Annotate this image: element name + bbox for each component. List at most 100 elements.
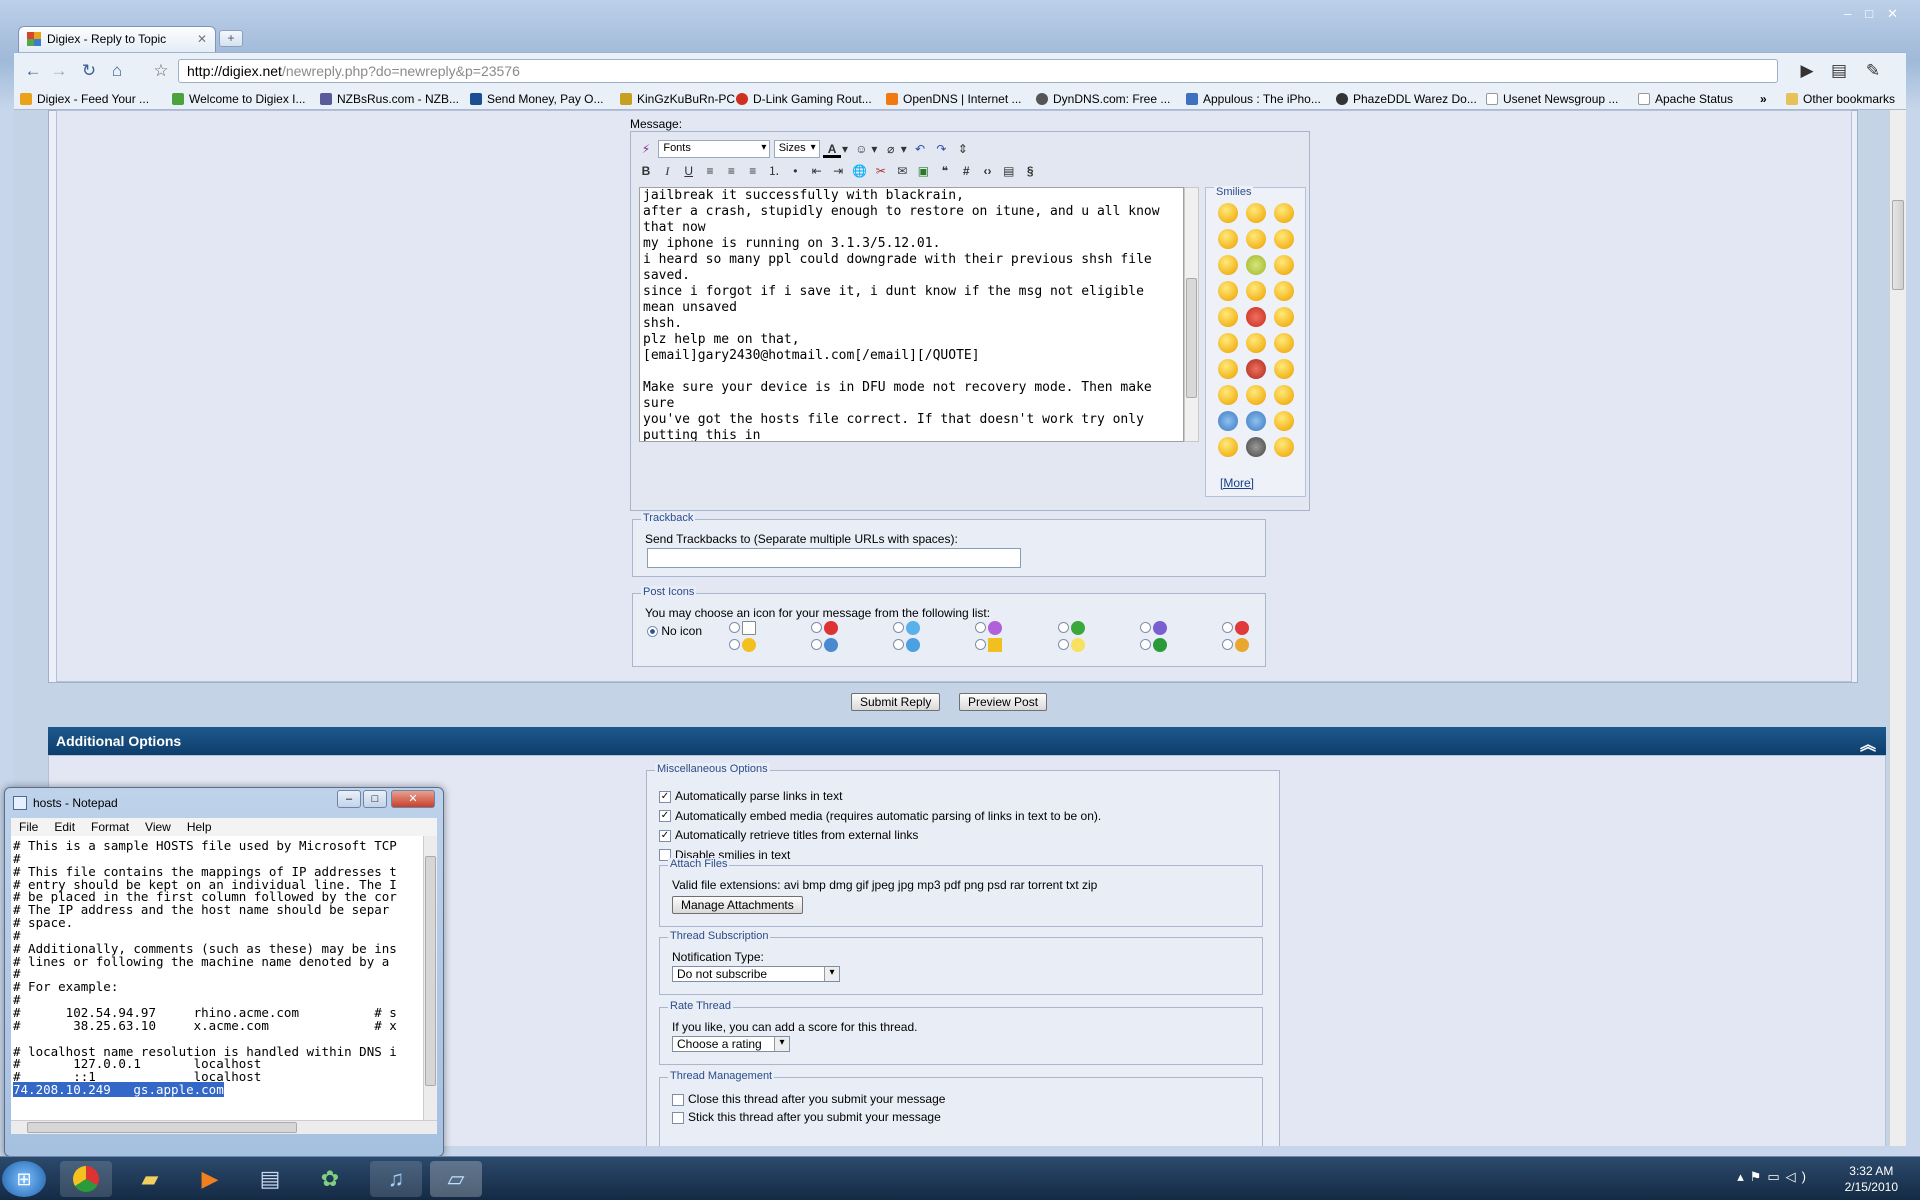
post-icon-option[interactable] (1221, 637, 1249, 652)
align-center-icon[interactable]: ≡ (722, 162, 740, 180)
chevron-down-icon[interactable]: ▾ (841, 140, 849, 158)
notepad-horizontal-scrollbar[interactable] (11, 1120, 437, 1134)
bookmark-item[interactable]: Apache Status (1638, 92, 1733, 106)
sizes-dropdown[interactable]: Sizes (773, 140, 820, 158)
bookmark-item[interactable]: D-Link Gaming Rout... (736, 92, 872, 106)
smiley-icon[interactable] (1246, 229, 1266, 249)
smiley-icon[interactable] (1218, 359, 1238, 379)
notepad-scroll-thumb[interactable] (425, 856, 436, 1086)
menu-edit[interactable]: Edit (54, 820, 75, 834)
rating-select[interactable]: Choose a rating (672, 1036, 790, 1052)
checkbox[interactable] (672, 1111, 684, 1124)
outdent-icon[interactable]: ⇤ (808, 162, 826, 180)
people-icon[interactable] (1246, 411, 1266, 431)
system-clock[interactable]: 3:32 AM 2/15/2010 (1845, 1163, 1898, 1195)
post-icon-option[interactable] (1221, 620, 1249, 635)
page-scrollbar[interactable] (1889, 110, 1906, 1146)
checkbox[interactable]: ✓ (659, 790, 671, 803)
smiley-icon[interactable] (1274, 385, 1294, 405)
smiley-icon[interactable] (1218, 333, 1238, 353)
devil-smiley-icon[interactable] (1246, 359, 1266, 379)
wrench-icon[interactable]: ✎ (1862, 61, 1884, 83)
ordered-list-icon[interactable]: ⒈ (765, 162, 783, 180)
smiley-icon[interactable] (1246, 385, 1266, 405)
align-right-icon[interactable]: ≡ (744, 162, 762, 180)
image-icon[interactable]: ▣ (914, 162, 932, 180)
bold-icon[interactable]: B (637, 162, 655, 180)
app-taskbar-icon[interactable]: ▤ (244, 1161, 296, 1197)
smiley-icon[interactable] (1218, 385, 1238, 405)
bookmark-item[interactable]: DynDNS.com: Free ... (1036, 92, 1170, 106)
php-code-icon[interactable]: ▤ (1000, 162, 1018, 180)
preview-post-button[interactable]: Preview Post (959, 693, 1048, 711)
bookmark-item[interactable]: Digiex - Feed Your ... (20, 92, 149, 106)
bookmark-item[interactable]: Welcome to Digiex I... (172, 92, 305, 106)
post-icon-option[interactable] (1057, 637, 1085, 652)
back-icon[interactable]: ← (22, 61, 44, 83)
people-icon[interactable] (1218, 411, 1238, 431)
smiley-icon[interactable] (1218, 203, 1238, 223)
smiley-icon[interactable] (1246, 333, 1266, 353)
checkbox[interactable] (672, 1093, 684, 1106)
manage-attachments-button[interactable]: Manage Attachments (672, 896, 803, 914)
bookmark-item[interactable]: PhazeDDL Warez Do... (1336, 92, 1477, 106)
bookmark-item[interactable]: OpenDNS | Internet ... (886, 92, 1022, 106)
post-icon-option[interactable] (729, 620, 756, 635)
close-icon[interactable]: ✕ (391, 790, 435, 808)
go-icon[interactable]: ▶ (1796, 61, 1818, 83)
address-bar[interactable]: http://digiex.net/newreply.php?do=newrep… (178, 59, 1778, 83)
smiley-icon[interactable] (1246, 203, 1266, 223)
forward-icon[interactable]: → (48, 61, 70, 83)
post-icon-option[interactable] (893, 620, 921, 635)
submit-reply-button[interactable]: Submit Reply (851, 693, 941, 711)
smiley-icon[interactable] (1246, 281, 1266, 301)
textarea-scrollbar[interactable] (1184, 187, 1199, 442)
switch-mode-icon[interactable]: ⚡ (637, 140, 655, 158)
smiley-icon[interactable] (1274, 307, 1294, 327)
no-icon-option[interactable]: No icon (647, 624, 702, 638)
more-smilies-link[interactable]: [More] (1220, 476, 1254, 490)
cool-smiley-icon[interactable] (1218, 307, 1238, 327)
link-icon[interactable]: 🌐 (850, 162, 868, 180)
sick-smiley-icon[interactable] (1246, 255, 1266, 275)
code-hash-icon[interactable]: # (957, 162, 975, 180)
strikethrough-icon[interactable]: § (1021, 162, 1039, 180)
font-color-icon[interactable]: A (823, 140, 842, 158)
menu-format[interactable]: Format (91, 820, 129, 834)
html-code-icon[interactable]: ‹› (979, 162, 997, 180)
post-icon-option[interactable] (1139, 620, 1167, 635)
additional-options-header[interactable]: Additional Options ︽ (48, 727, 1886, 755)
checkbox[interactable]: ✓ (659, 810, 671, 823)
menu-file[interactable]: File (19, 820, 38, 834)
bookmark-item[interactable]: Appulous : The iPho... (1186, 92, 1321, 106)
pointing-icon[interactable] (1218, 437, 1238, 457)
chrome-taskbar-icon[interactable] (60, 1161, 112, 1197)
indent-icon[interactable]: ⇥ (829, 162, 847, 180)
home-icon[interactable]: ⌂ (106, 61, 128, 83)
unlink-icon[interactable]: ✂ (872, 162, 890, 180)
media-player-taskbar-icon[interactable]: ▶ (184, 1161, 236, 1197)
smiley-icon[interactable] (1274, 359, 1294, 379)
email-link-icon[interactable]: ✉ (893, 162, 911, 180)
window-controls[interactable]: –□✕ (1844, 6, 1912, 22)
post-icon-option[interactable] (729, 637, 756, 652)
smiley-icon[interactable] (1274, 229, 1294, 249)
bookmark-item[interactable]: Send Money, Pay O... (470, 92, 604, 106)
bookmark-star-icon[interactable]: ☆ (150, 61, 172, 83)
post-icon-option[interactable] (1057, 620, 1085, 635)
minimize-icon[interactable]: – (337, 790, 361, 808)
fonts-dropdown[interactable]: Fonts (658, 140, 771, 158)
post-icon-option[interactable] (893, 637, 921, 652)
attachment-icon[interactable]: ⌀ (882, 140, 900, 158)
bookmark-item[interactable]: NZBsRus.com - NZB... (320, 92, 459, 106)
option-retrieve-titles[interactable]: ✓ Automatically retrieve titles from exte… (659, 826, 1101, 846)
post-icon-option[interactable] (975, 620, 1003, 635)
notepad-text-area[interactable]: # This is a sample HOSTS file used by Mi… (11, 836, 423, 1120)
option-parse-links[interactable]: ✓ Automatically parse links in text (659, 787, 1101, 807)
messenger-taskbar-icon[interactable]: ✿ (304, 1161, 356, 1197)
thumbs-icon[interactable] (1274, 411, 1294, 431)
tray-icons[interactable]: ▴⚑▭◁) (1737, 1169, 1812, 1185)
sunglasses-smiley-icon[interactable] (1274, 333, 1294, 353)
notification-type-select[interactable]: Do not subscribe (672, 966, 840, 982)
other-bookmarks[interactable]: Other bookmarks (1786, 92, 1895, 106)
